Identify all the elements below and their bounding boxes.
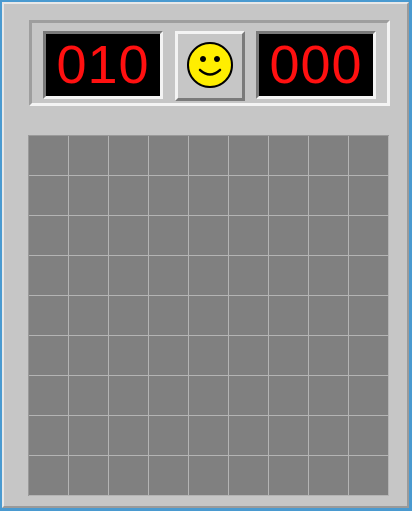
covered-cell[interactable]: [349, 336, 389, 376]
covered-cell[interactable]: [189, 136, 229, 176]
minefield: [28, 135, 389, 496]
covered-cell[interactable]: [309, 256, 349, 296]
covered-cell[interactable]: [109, 456, 149, 496]
covered-cell[interactable]: [69, 176, 109, 216]
covered-cell[interactable]: [189, 376, 229, 416]
covered-cell[interactable]: [109, 136, 149, 176]
covered-cell[interactable]: [29, 176, 69, 216]
covered-cell[interactable]: [309, 216, 349, 256]
covered-cell[interactable]: [229, 456, 269, 496]
covered-cell[interactable]: [189, 176, 229, 216]
covered-cell[interactable]: [229, 256, 269, 296]
covered-cell[interactable]: [149, 216, 189, 256]
covered-cell[interactable]: [189, 336, 229, 376]
covered-cell[interactable]: [309, 136, 349, 176]
covered-cell[interactable]: [269, 256, 309, 296]
smiley-face-icon: [187, 42, 233, 88]
covered-cell[interactable]: [29, 416, 69, 456]
covered-cell[interactable]: [149, 376, 189, 416]
covered-cell[interactable]: [309, 176, 349, 216]
covered-cell[interactable]: [269, 376, 309, 416]
game-window: 010 000: [2, 2, 409, 508]
covered-cell[interactable]: [309, 376, 349, 416]
covered-cell[interactable]: [69, 216, 109, 256]
covered-cell[interactable]: [109, 336, 149, 376]
covered-cell[interactable]: [29, 136, 69, 176]
covered-cell[interactable]: [69, 136, 109, 176]
covered-cell[interactable]: [29, 216, 69, 256]
covered-cell[interactable]: [29, 336, 69, 376]
covered-cell[interactable]: [349, 296, 389, 336]
covered-cell[interactable]: [189, 416, 229, 456]
covered-cell[interactable]: [69, 296, 109, 336]
covered-cell[interactable]: [109, 376, 149, 416]
mine-counter: 010: [43, 31, 163, 99]
covered-cell[interactable]: [69, 456, 109, 496]
covered-cell[interactable]: [149, 336, 189, 376]
covered-cell[interactable]: [109, 296, 149, 336]
covered-cell[interactable]: [29, 456, 69, 496]
covered-cell[interactable]: [69, 416, 109, 456]
new-game-button[interactable]: [175, 31, 245, 101]
covered-cell[interactable]: [349, 256, 389, 296]
covered-cell[interactable]: [149, 176, 189, 216]
covered-cell[interactable]: [269, 416, 309, 456]
covered-cell[interactable]: [149, 256, 189, 296]
covered-cell[interactable]: [269, 216, 309, 256]
covered-cell[interactable]: [69, 256, 109, 296]
covered-cell[interactable]: [349, 136, 389, 176]
covered-cell[interactable]: [349, 416, 389, 456]
covered-cell[interactable]: [69, 376, 109, 416]
covered-cell[interactable]: [309, 456, 349, 496]
covered-cell[interactable]: [229, 296, 269, 336]
covered-cell[interactable]: [189, 456, 229, 496]
covered-cell[interactable]: [229, 376, 269, 416]
covered-cell[interactable]: [29, 376, 69, 416]
timer: 000: [256, 31, 376, 99]
covered-cell[interactable]: [269, 296, 309, 336]
covered-cell[interactable]: [189, 256, 229, 296]
covered-cell[interactable]: [109, 416, 149, 456]
covered-cell[interactable]: [269, 136, 309, 176]
covered-cell[interactable]: [109, 256, 149, 296]
covered-cell[interactable]: [149, 416, 189, 456]
covered-cell[interactable]: [229, 416, 269, 456]
covered-cell[interactable]: [349, 376, 389, 416]
covered-cell[interactable]: [109, 216, 149, 256]
covered-cell[interactable]: [189, 216, 229, 256]
covered-cell[interactable]: [29, 296, 69, 336]
covered-cell[interactable]: [109, 176, 149, 216]
covered-cell[interactable]: [149, 456, 189, 496]
covered-cell[interactable]: [349, 456, 389, 496]
covered-cell[interactable]: [189, 296, 229, 336]
covered-cell[interactable]: [309, 296, 349, 336]
covered-cell[interactable]: [29, 256, 69, 296]
covered-cell[interactable]: [269, 336, 309, 376]
covered-cell[interactable]: [149, 136, 189, 176]
covered-cell[interactable]: [349, 216, 389, 256]
covered-cell[interactable]: [229, 216, 269, 256]
covered-cell[interactable]: [309, 416, 349, 456]
covered-cell[interactable]: [309, 336, 349, 376]
covered-cell[interactable]: [69, 336, 109, 376]
covered-cell[interactable]: [269, 176, 309, 216]
covered-cell[interactable]: [349, 176, 389, 216]
covered-cell[interactable]: [149, 296, 189, 336]
covered-cell[interactable]: [229, 176, 269, 216]
status-bar: 010 000: [29, 20, 390, 106]
covered-cell[interactable]: [229, 136, 269, 176]
covered-cell[interactable]: [229, 336, 269, 376]
covered-cell[interactable]: [269, 456, 309, 496]
